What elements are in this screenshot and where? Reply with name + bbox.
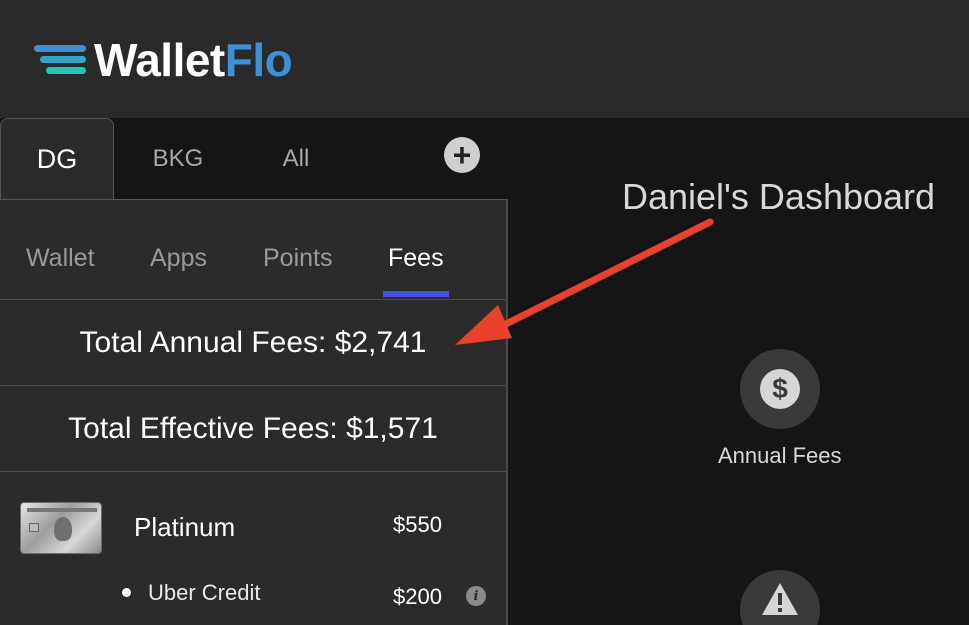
annual-fees-label: Annual Fees	[718, 443, 842, 468]
dollar-icon: $	[760, 369, 800, 409]
annual-fees-button[interactable]: $	[740, 349, 820, 429]
warning-icon	[762, 583, 798, 615]
annotation-arrow-icon	[455, 218, 714, 345]
